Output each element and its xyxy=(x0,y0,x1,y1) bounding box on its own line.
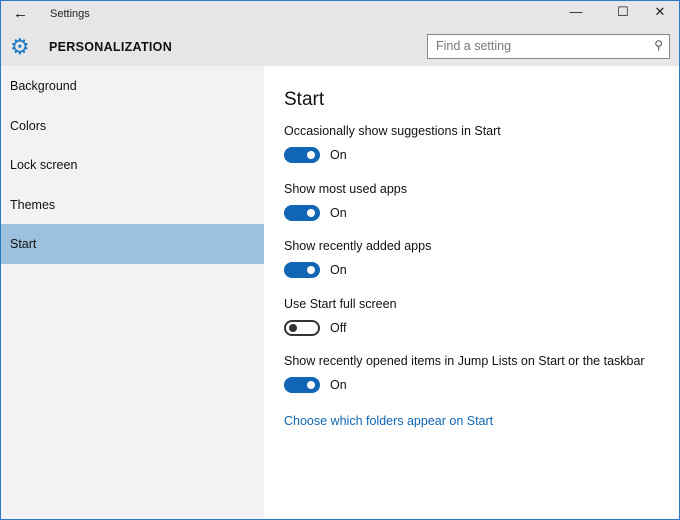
setting-label: Show recently added apps xyxy=(284,239,432,253)
maximize-button[interactable]: ☐ xyxy=(608,4,638,24)
toggle-knob xyxy=(307,151,315,159)
close-button[interactable]: ✕ xyxy=(645,4,675,24)
page-title: PERSONALIZATION xyxy=(49,40,173,54)
setting-label: Occasionally show suggestions in Start xyxy=(284,124,501,138)
sidebar-item-themes[interactable]: Themes xyxy=(1,185,264,225)
setting-row: Show most used apps On xyxy=(284,182,679,240)
sidebar-item-colors[interactable]: Colors xyxy=(1,106,264,146)
toggle-switch[interactable] xyxy=(284,147,320,163)
page-header: ⚙ PERSONALIZATION Find a setting ⚲ xyxy=(1,28,679,66)
toggle-state: On xyxy=(330,378,347,392)
toggle-state: Off xyxy=(330,320,347,335)
section-title: Start xyxy=(284,89,325,110)
setting-row: Show recently added apps On xyxy=(284,239,679,297)
search-icon[interactable]: ⚲ xyxy=(654,38,663,52)
choose-folders-link[interactable]: Choose which folders appear on Start xyxy=(284,414,493,428)
sidebar-item-lock-screen[interactable]: Lock screen xyxy=(1,145,264,185)
setting-label: Use Start full screen xyxy=(284,296,397,311)
toggle-switch[interactable] xyxy=(284,262,320,278)
toggle-switch[interactable] xyxy=(284,319,320,336)
toggle-state: On xyxy=(330,263,347,277)
sidebar-item-start[interactable]: Start xyxy=(1,224,264,264)
search-placeholder: Find a setting xyxy=(436,39,512,53)
toggle-knob xyxy=(307,266,315,274)
toggle-switch[interactable] xyxy=(284,204,320,221)
setting-row: Use Start full screen Off xyxy=(284,297,679,355)
back-arrow-icon[interactable]: ← xyxy=(13,5,28,22)
setting-row: Occasionally show suggestions in Start O… xyxy=(284,124,679,182)
search-input[interactable]: Find a setting ⚲ xyxy=(427,34,670,59)
toggle-knob xyxy=(307,208,315,217)
sidebar: Background Colors Lock screen Themes Start xyxy=(1,66,264,519)
toggle-knob xyxy=(289,323,297,332)
window-title: Settings xyxy=(50,8,90,20)
setting-label: Show recently opened items in Jump Lists… xyxy=(284,354,645,368)
toggle-state: On xyxy=(330,205,347,220)
minimize-button[interactable]: — xyxy=(561,4,591,24)
sidebar-item-background[interactable]: Background xyxy=(1,66,264,106)
setting-label: Show most used apps xyxy=(284,181,407,196)
settings-window: ← Settings — ☐ ✕ ⚙ PERSONALIZATION Find … xyxy=(0,0,680,520)
title-bar: ← Settings — ☐ ✕ xyxy=(1,1,679,28)
gear-icon: ⚙ xyxy=(10,34,30,59)
main-content: Start Occasionally show suggestions in S… xyxy=(264,66,679,519)
toggle-knob xyxy=(307,381,315,389)
toggle-switch[interactable] xyxy=(284,377,320,393)
toggle-state: On xyxy=(330,148,347,162)
setting-row: Show recently opened items in Jump Lists… xyxy=(284,354,679,412)
